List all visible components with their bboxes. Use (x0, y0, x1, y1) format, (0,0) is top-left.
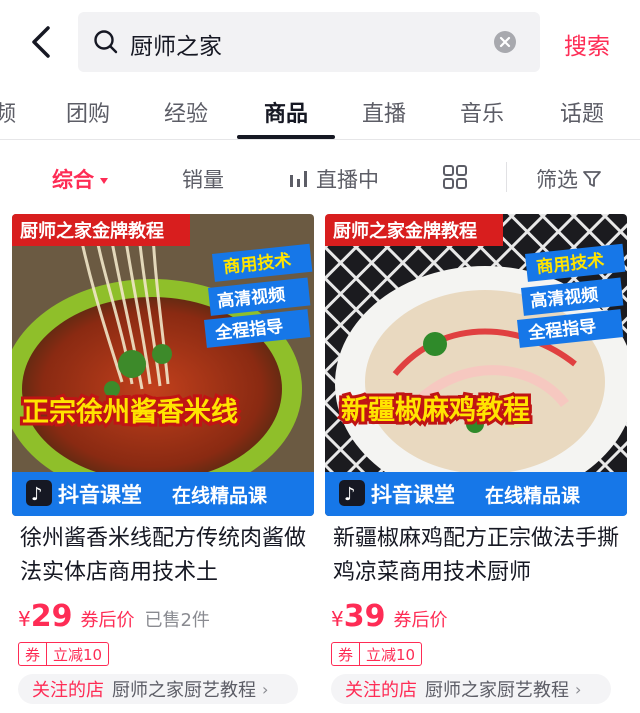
coupon-tag: 券 (332, 643, 361, 665)
coupon-badge: 券立减10 (18, 642, 110, 666)
search-button[interactable]: 搜索 (564, 27, 610, 61)
coupon-amount: 立减10 (53, 645, 103, 664)
chevron-right-icon: › (575, 679, 582, 699)
sold-count: 已售2件 (144, 610, 210, 631)
product-thumbnail[interactable]: 厨师之家金牌教程 商用技术 高清视频 全程指导 新疆椒麻鸡教程 ♪ 抖音课堂 在… (325, 214, 627, 516)
search-icon (94, 30, 118, 54)
product-thumbnail[interactable]: 厨师之家金牌教程 商用技术 高清视频 全程指导 正宗徐州酱香米线 ♪ 抖音课堂 … (12, 214, 314, 516)
thumb-top-banner: 厨师之家金牌教程 (20, 220, 164, 242)
price-row: ¥39 券后价 (331, 599, 447, 634)
shop-followed-label: 关注的店 (345, 680, 417, 701)
clear-icon[interactable] (493, 30, 517, 54)
chevron-right-icon: › (262, 679, 269, 699)
product-image: 厨师之家金牌教程 商用技术 高清视频 全程指导 正宗徐州酱香米线 ♪ 抖音课堂 … (12, 214, 314, 516)
product-title[interactable]: 徐州酱香米线配方传统肉酱做法实体店商用技术土 (20, 522, 316, 590)
product-title[interactable]: 新疆椒麻鸡配方正宗做法手撕鸡凉菜商用技术厨师 (333, 522, 629, 590)
filter-sales[interactable]: 销量 (182, 164, 224, 194)
coupon-badge: 券立减10 (331, 642, 423, 666)
grid-view-icon[interactable] (442, 164, 468, 190)
product-image: 厨师之家金牌教程 商用技术 高清视频 全程指导 新疆椒麻鸡教程 ♪ 抖音课堂 在… (325, 214, 627, 516)
filter-comprehensive-label: 综合 (52, 168, 94, 192)
thumb-brand: 抖音课堂 (371, 483, 455, 507)
thumb-music-note-icon: ♪ (31, 484, 43, 505)
shop-name: 厨师之家厨艺教程 (112, 680, 256, 701)
thumb-footer: 在线精品课 (172, 484, 268, 507)
caret-down-icon (100, 178, 108, 184)
funnel-icon (583, 171, 601, 187)
thumb-top-banner: 厨师之家金牌教程 (333, 220, 477, 242)
search-query[interactable]: 厨师之家 (130, 27, 222, 61)
tab-live[interactable]: 直播 (362, 96, 406, 128)
filter-divider (506, 162, 507, 192)
thumb-dish-title: 新疆椒麻鸡教程 (341, 394, 530, 426)
price-note: 券后价 (80, 610, 135, 631)
price-value: 39 (343, 599, 386, 634)
tab-experience[interactable]: 经验 (164, 96, 208, 128)
thumb-music-note-icon: ♪ (344, 484, 356, 505)
filter-comprehensive[interactable]: 综合 (52, 164, 108, 194)
shop-followed-label: 关注的店 (32, 680, 104, 701)
live-bars-icon (290, 171, 307, 187)
shop-name: 厨师之家厨艺教程 (425, 680, 569, 701)
filter-button-label: 筛选 (536, 168, 578, 192)
tab-group-buy[interactable]: 团购 (66, 96, 110, 128)
price-row: ¥29 券后价 已售2件 (18, 599, 210, 634)
thumb-brand: 抖音课堂 (58, 483, 142, 507)
filter-live-label: 直播中 (316, 168, 379, 192)
tab-topics[interactable]: 话题 (560, 96, 604, 128)
filter-live[interactable]: 直播中 (288, 164, 379, 194)
coupon-amount: 立减10 (366, 645, 416, 664)
tab-video[interactable]: 频 (0, 96, 16, 128)
tab-music[interactable]: 音乐 (460, 96, 504, 128)
back-arrow-icon[interactable] (22, 22, 62, 62)
currency-symbol: ¥ (18, 607, 31, 631)
thumb-dish-title: 正宗徐州酱香米线 (22, 396, 238, 428)
shop-link[interactable]: 关注的店 厨师之家厨艺教程 › (331, 674, 611, 704)
active-tab-indicator (237, 135, 335, 139)
search-bar: 厨师之家 搜索 (0, 0, 640, 84)
price-note: 券后价 (393, 610, 448, 631)
filter-bar: 综合 销量 直播中 筛选 (0, 140, 640, 214)
thumb-footer: 在线精品课 (485, 484, 581, 507)
currency-symbol: ¥ (331, 607, 344, 631)
search-input[interactable]: 厨师之家 (78, 12, 540, 72)
coupon-tag: 券 (19, 643, 48, 665)
filter-button[interactable]: 筛选 (536, 164, 602, 194)
tab-products[interactable]: 商品 (264, 96, 308, 128)
price-value: 29 (30, 599, 73, 634)
category-tabs: 频 团购 经验 商品 直播 音乐 话题 (0, 84, 640, 140)
shop-link[interactable]: 关注的店 厨师之家厨艺教程 › (18, 674, 298, 704)
